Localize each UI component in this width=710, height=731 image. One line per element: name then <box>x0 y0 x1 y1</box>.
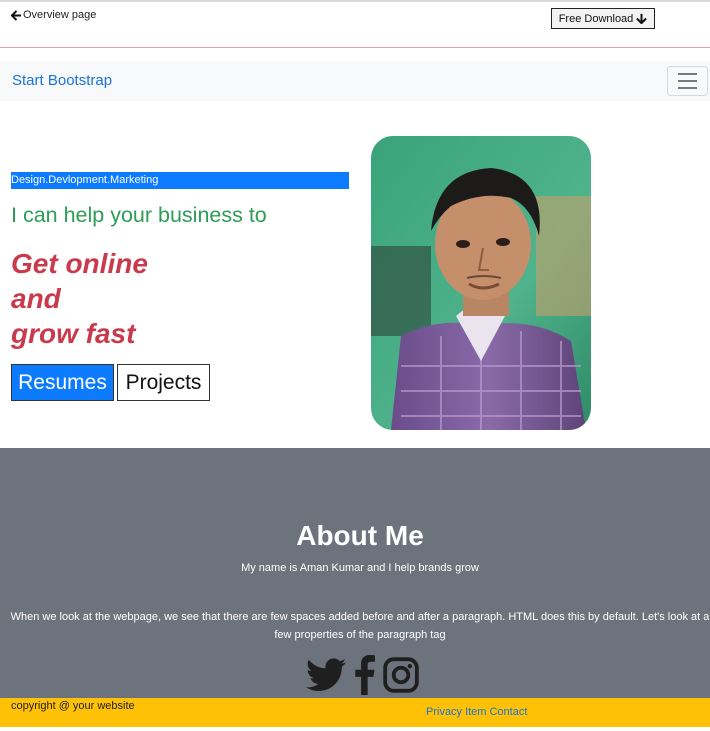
instagram-icon[interactable] <box>382 656 420 694</box>
arrow-left-icon <box>11 9 22 21</box>
hero-tagline: Design.Devlopment.Marketing <box>11 172 349 189</box>
social-icons <box>306 655 420 695</box>
footer-link-privacy[interactable]: Privacy <box>426 706 462 718</box>
about-paragraph: When we look at the webpage, we see that… <box>10 611 710 641</box>
about-subtitle: My name is Aman Kumar and I help brands … <box>241 562 479 574</box>
hero-big-text: Get online and grow fast <box>11 246 148 351</box>
overview-page-link[interactable]: Overview page <box>11 9 96 21</box>
footer-link-contact[interactable]: Contact <box>489 706 527 718</box>
hero-big-line-3: grow fast <box>11 318 136 349</box>
top-bar: Overview page Free Download <box>0 2 710 48</box>
hero-big-line-1: Get online <box>11 248 148 279</box>
overview-page-label: Overview page <box>23 9 97 21</box>
free-download-label: Free Download <box>558 12 634 25</box>
projects-button[interactable]: Projects <box>117 364 210 401</box>
hero-big-line-2: and <box>11 283 61 314</box>
copyright-text: copyright @ your website <box>11 700 135 712</box>
hamburger-menu-icon <box>678 73 697 75</box>
footer-link-item[interactable]: Item <box>465 706 486 718</box>
about-title: About Me <box>296 520 424 551</box>
facebook-icon[interactable] <box>352 655 376 695</box>
navbar: Start Bootstrap <box>0 61 710 101</box>
arrow-down-icon <box>636 13 648 24</box>
about-section: About Me My name is Aman Kumar and I hel… <box>0 448 710 698</box>
footer-links: Privacy Item Contact <box>426 706 527 718</box>
twitter-icon[interactable] <box>306 658 346 692</box>
brand-link[interactable]: Start Bootstrap <box>12 72 112 89</box>
profile-photo <box>371 136 591 430</box>
hero-headline: I can help your business to <box>11 203 267 227</box>
free-download-button[interactable]: Free Download <box>551 8 655 29</box>
navbar-toggler-button[interactable] <box>667 66 708 96</box>
footer: copyright @ your website Privacy Item Co… <box>0 698 710 727</box>
resumes-button[interactable]: Resumes <box>11 364 114 401</box>
